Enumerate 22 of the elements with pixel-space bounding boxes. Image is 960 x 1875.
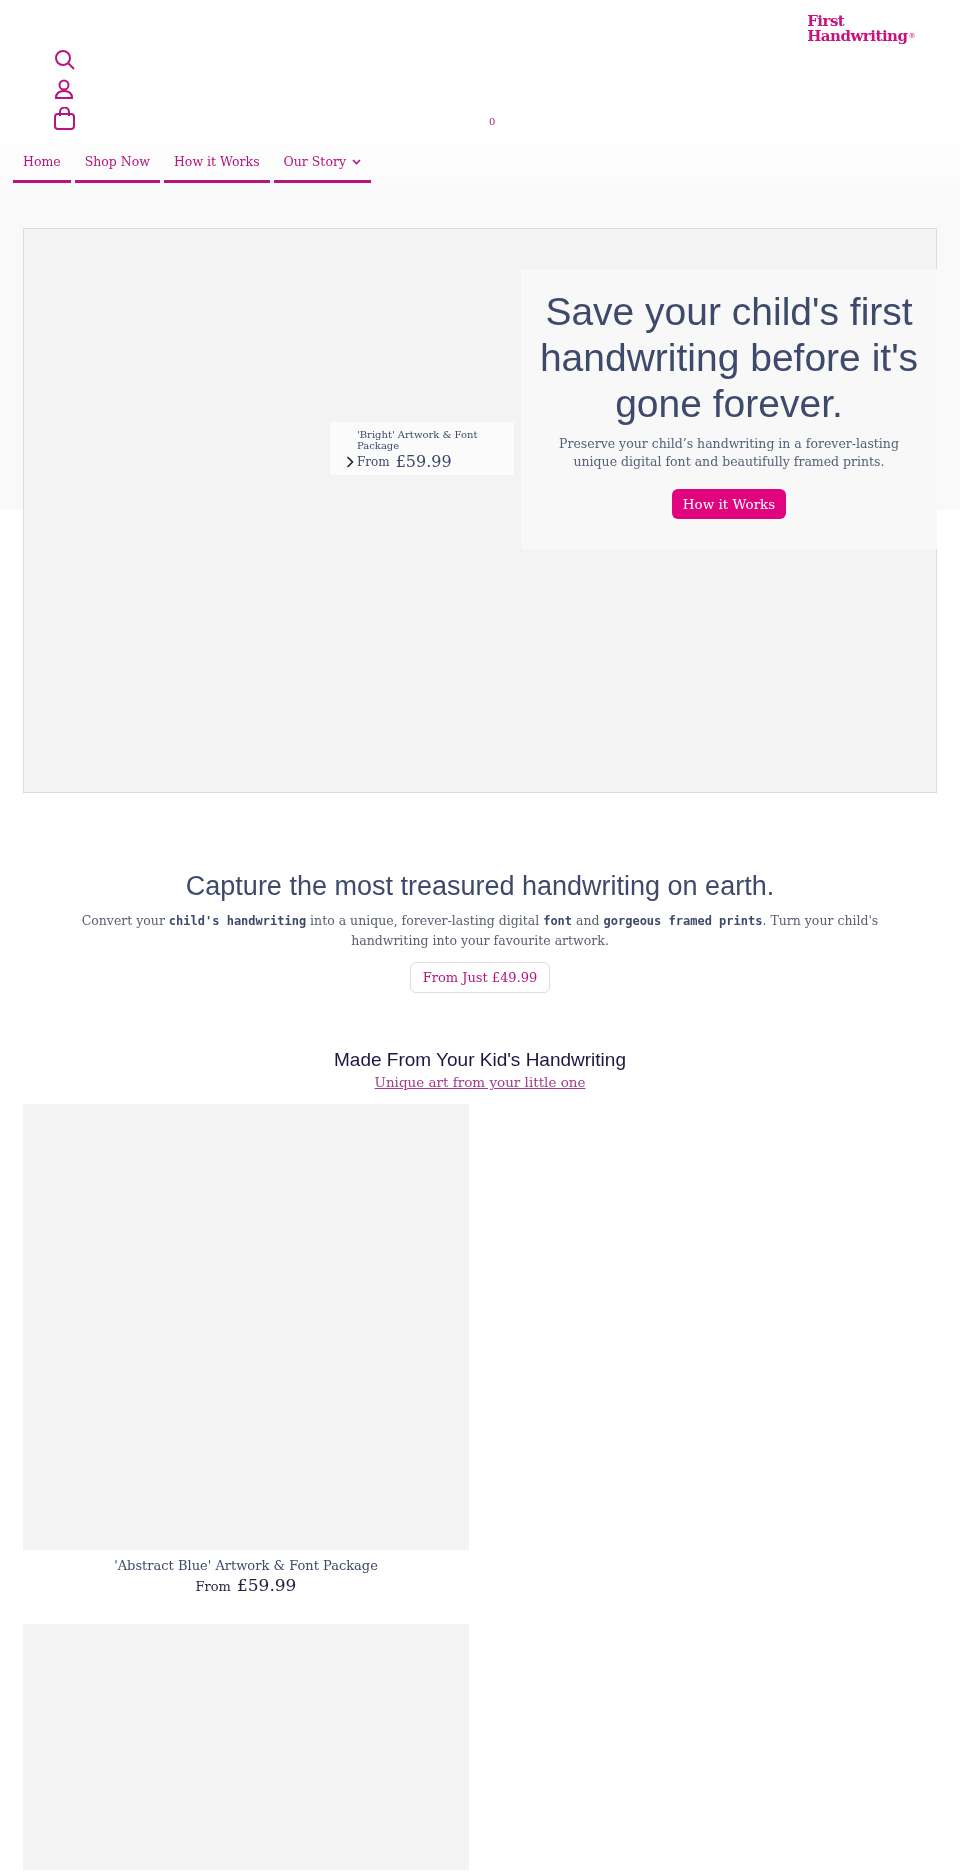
product-title: 'Bright' Artwork & Font Package: [357, 429, 479, 451]
product-price: £59.99: [395, 452, 452, 471]
intro-paragraph: Convert your child's handwriting into a unique, forever-lasting digital font and gorgeous framed prints. Turn your child's handwriting into your favourite artwork.: [80, 912, 880, 950]
brand-logo[interactable]: First Handwriting$^{®}$: [807, 14, 915, 44]
hero-description: Preserve your child’s handwriting in a forever-lasting unique digital font and beautifully framed prints.: [558, 435, 900, 471]
product-label-card[interactable]: 'Bright' Artwork & Font Package From £59.99: [330, 422, 514, 475]
chevron-right-icon[interactable]: [346, 455, 354, 468]
section-link[interactable]: Unique art from your little one: [374, 1072, 586, 1092]
section-heading: Capture the most treasured handwriting on earth.: [185, 870, 775, 902]
user-icon[interactable]: [54, 79, 74, 99]
search-icon[interactable]: [54, 49, 76, 71]
how-it-works-button[interactable]: How it Works: [671, 489, 787, 519]
price-prefix: From: [357, 454, 390, 469]
price-button[interactable]: From Just £49.99: [409, 962, 551, 993]
price-prefix: From: [195, 1579, 231, 1594]
product-title[interactable]: 'Abstract Blue' Artwork & Font Package: [114, 1557, 378, 1575]
hero-heading: Save your child's first handwriting before it's gone forever.: [538, 289, 920, 427]
chevron-down-icon: [351, 158, 361, 165]
product-price: £59.99: [236, 1575, 297, 1595]
cart-count: 0: [489, 116, 496, 127]
section-heading: Made From Your Kid's Handwriting: [334, 1048, 626, 1072]
shopping-bag-icon[interactable]: [54, 107, 75, 130]
